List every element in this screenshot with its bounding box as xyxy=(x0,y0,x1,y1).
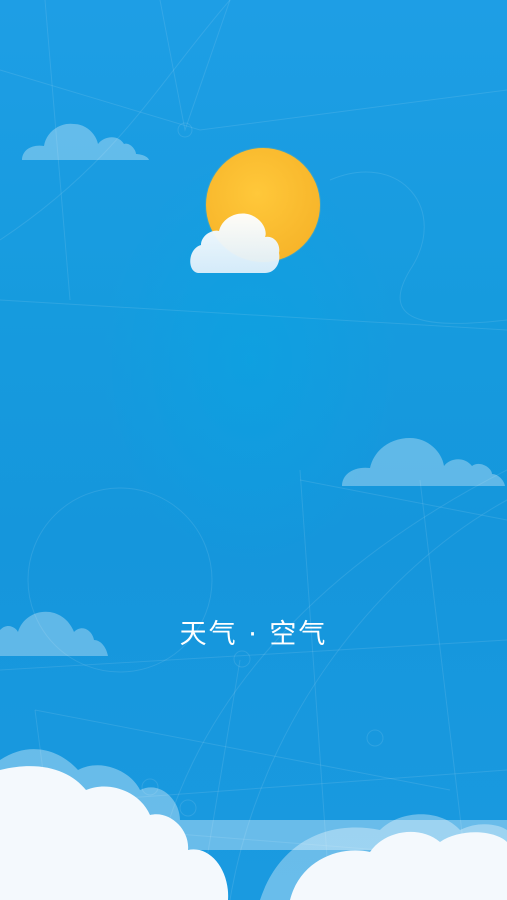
splash-screen: 天气 · 空气 xyxy=(0,0,507,900)
cloud-icon xyxy=(22,123,149,160)
sun-behind-cloud-icon xyxy=(190,147,321,273)
bottom-cloud-bank xyxy=(0,749,507,900)
cloud-icon xyxy=(342,438,505,486)
app-slogan: 天气 · 空气 xyxy=(179,619,328,650)
